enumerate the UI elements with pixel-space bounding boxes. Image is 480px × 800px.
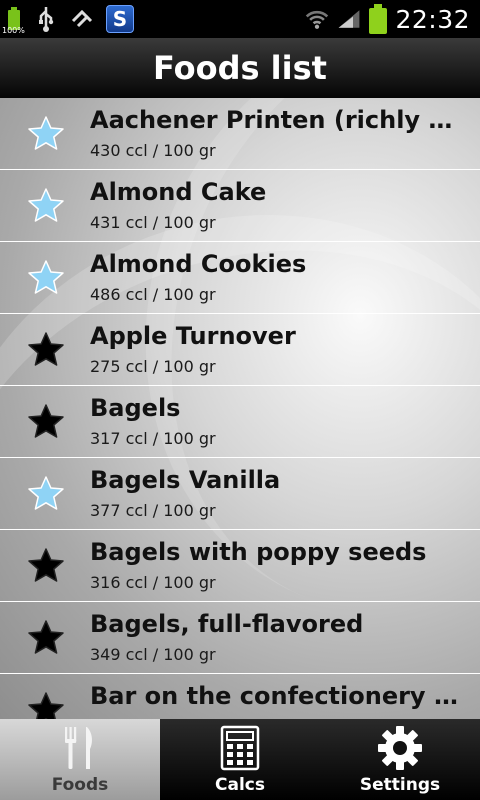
food-list-item[interactable]: Bar on the confectionery fat <box>0 674 480 719</box>
battery-percent-label: 100% <box>2 26 25 35</box>
food-name: Apple Turnover <box>90 322 296 350</box>
food-list-item[interactable]: Aachener Printen (richly spiced gingerbr… <box>0 98 480 170</box>
food-name: Aachener Printen (richly spiced gingerbr… <box>90 106 466 134</box>
food-list-item[interactable]: Apple Turnover 275 ccl / 100 gr <box>0 314 480 386</box>
tab-calcs[interactable]: Calcs <box>160 719 320 800</box>
food-name: Bagels, full-flavored <box>90 610 364 638</box>
notification-icons: 100% S <box>2 4 134 35</box>
calculator-icon <box>217 725 263 771</box>
tab-settings[interactable]: Settings <box>320 719 480 800</box>
food-list-item[interactable]: Bagels Vanilla 377 ccl / 100 gr <box>0 458 480 530</box>
star-icon[interactable] <box>27 691 65 719</box>
food-calories: 317 ccl / 100 gr <box>90 429 216 448</box>
fork-knife-icon <box>57 725 103 771</box>
food-calories: 377 ccl / 100 gr <box>90 501 216 520</box>
star-icon[interactable] <box>27 619 65 657</box>
star-icon[interactable] <box>27 403 65 441</box>
food-name: Bar on the confectionery fat <box>90 682 466 710</box>
favorite-star-icon[interactable] <box>27 259 65 297</box>
wifi-icon <box>305 6 329 32</box>
food-calories: 316 ccl / 100 gr <box>90 573 216 592</box>
food-name: Almond Cake <box>90 178 267 206</box>
usb-debugging-icon <box>70 6 94 32</box>
food-calories: 486 ccl / 100 gr <box>90 285 216 304</box>
star-icon[interactable] <box>27 331 65 369</box>
food-list-item[interactable]: Almond Cookies 486 ccl / 100 gr <box>0 242 480 314</box>
usb-icon <box>34 6 58 32</box>
tab-label: Calcs <box>215 775 265 795</box>
battery-full-icon: 100% <box>2 6 25 35</box>
tab-label: Settings <box>359 775 441 795</box>
favorite-star-icon[interactable] <box>27 187 65 225</box>
food-name: Bagels <box>90 394 181 422</box>
bottom-tab-bar: Foods Calcs Settings <box>0 719 480 800</box>
page-title: Foods list <box>153 49 327 87</box>
star-icon[interactable] <box>27 547 65 585</box>
battery-icon <box>369 4 388 34</box>
tab-label: Foods <box>51 775 109 795</box>
tab-foods[interactable]: Foods <box>0 719 160 800</box>
clock: 22:32 <box>395 4 470 34</box>
favorite-star-icon[interactable] <box>27 475 65 513</box>
food-name: Almond Cookies <box>90 250 307 278</box>
system-icons: 22:32 <box>305 4 470 34</box>
food-name: Bagels Vanilla <box>90 466 281 494</box>
food-list-item[interactable]: Bagels, full-flavored 349 ccl / 100 gr <box>0 602 480 674</box>
signal-strength-icon <box>337 6 361 32</box>
status-bar: 100% S 22:32 <box>0 0 480 38</box>
food-name: Bagels with poppy seeds <box>90 538 427 566</box>
food-list-item[interactable]: Bagels 317 ccl / 100 gr <box>0 386 480 458</box>
food-calories: 430 ccl / 100 gr <box>90 141 216 160</box>
food-calories: 275 ccl / 100 gr <box>90 357 216 376</box>
app-notification-icon: S <box>106 5 134 33</box>
food-calories: 431 ccl / 100 gr <box>90 213 216 232</box>
food-calories: 349 ccl / 100 gr <box>90 645 216 664</box>
gear-icon <box>377 725 423 771</box>
title-bar: Foods list <box>0 38 480 98</box>
foods-list[interactable]: Aachener Printen (richly spiced gingerbr… <box>0 98 480 719</box>
favorite-star-icon[interactable] <box>27 115 65 153</box>
food-list-item[interactable]: Almond Cake 431 ccl / 100 gr <box>0 170 480 242</box>
food-list-item[interactable]: Bagels with poppy seeds 316 ccl / 100 gr <box>0 530 480 602</box>
